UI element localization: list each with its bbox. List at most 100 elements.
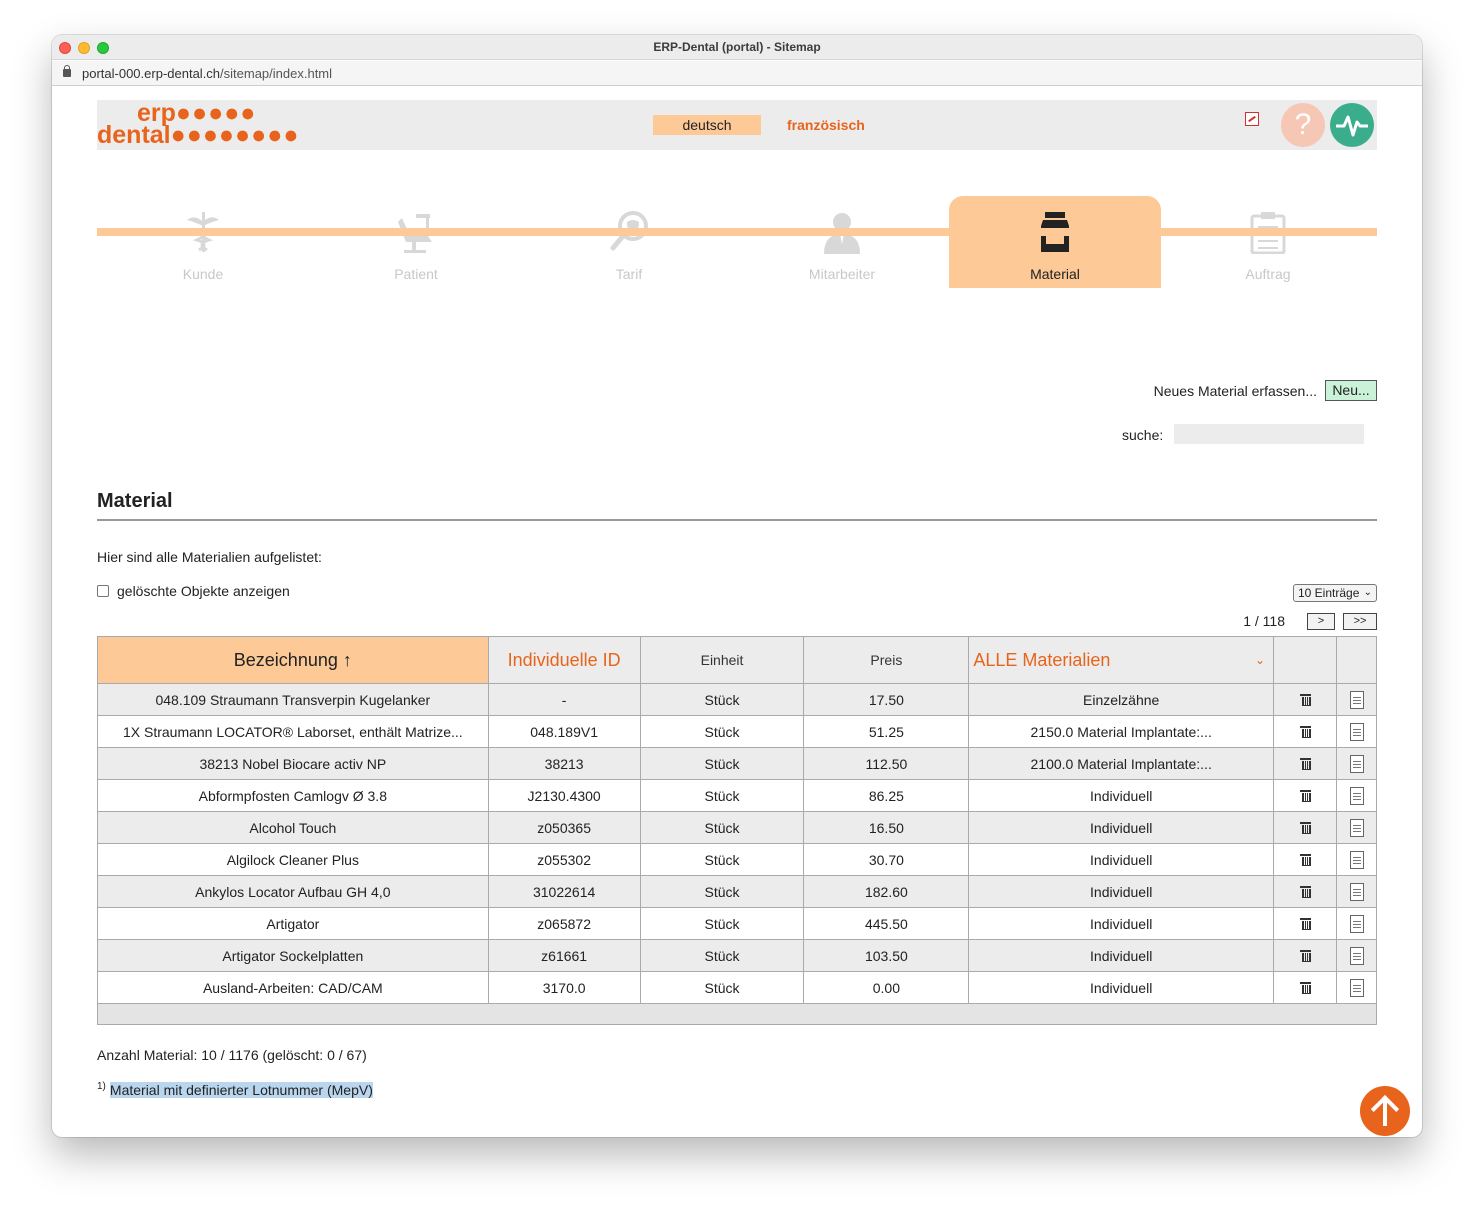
cell-bezeichnung[interactable]: Artigator [97, 907, 489, 940]
heartbeat-icon[interactable] [1330, 103, 1374, 147]
delete-cell [1273, 843, 1337, 876]
trash-icon[interactable] [1299, 693, 1311, 706]
cell-bezeichnung[interactable]: 38213 Nobel Biocare activ NP [97, 747, 489, 780]
trash-icon[interactable] [1299, 917, 1311, 930]
details-cell [1336, 811, 1377, 844]
table-row[interactable]: Algilock Cleaner Plus z055302 Stück 30.7… [97, 843, 1377, 876]
trash-icon[interactable] [1299, 757, 1311, 770]
cell-materialgruppe: Individuell [968, 811, 1275, 844]
page-title: Material [97, 490, 173, 512]
cell-bezeichnung[interactable]: Algilock Cleaner Plus [97, 843, 489, 876]
page-header: erp●●●●● dental●●●●●●●● deutsch französi… [97, 100, 1377, 150]
delete-cell [1273, 683, 1337, 716]
details-cell [1336, 843, 1377, 876]
cell-bezeichnung[interactable]: Artigator Sockelplatten [97, 939, 489, 972]
cell-einheit: Stück [639, 683, 805, 716]
tab-mitarbeiter[interactable]: Mitarbeiter [736, 196, 948, 288]
table-footer-row [97, 1003, 1377, 1025]
trash-icon[interactable] [1299, 949, 1311, 962]
details-cell [1336, 715, 1377, 748]
edit-page-icon[interactable] [1245, 112, 1259, 126]
url-text[interactable]: portal-000.erp-dental.ch/sitemap/index.h… [82, 66, 332, 81]
document-icon[interactable] [1349, 786, 1364, 805]
document-icon[interactable] [1349, 722, 1364, 741]
details-cell [1336, 779, 1377, 812]
cell-bezeichnung[interactable]: 1X Straumann LOCATOR® Laborset, enthält … [97, 715, 489, 748]
document-icon[interactable] [1349, 882, 1364, 901]
delete-cell [1273, 747, 1337, 780]
cell-bezeichnung[interactable]: 048.109 Straumann Transverpin Kugelanker [97, 683, 489, 716]
entries-per-page-select[interactable]: 10 Einträge ⌄ [1293, 584, 1377, 602]
cell-bezeichnung[interactable]: Ankylos Locator Aufbau GH 4,0 [97, 875, 489, 908]
show-deleted-toggle[interactable]: gelöschte Objekte anzeigen [97, 583, 290, 599]
table-row[interactable]: Alcohol Touch z050365 Stück 16.50 Indivi… [97, 811, 1377, 844]
table-row[interactable]: 048.109 Straumann Transverpin Kugelanker… [97, 683, 1377, 716]
trash-icon[interactable] [1299, 725, 1311, 738]
table-row[interactable]: Ausland-Arbeiten: CAD/CAM 3170.0 Stück 0… [97, 971, 1377, 1004]
last-page-button[interactable]: >> [1343, 613, 1377, 630]
cell-materialgruppe: Individuell [968, 779, 1275, 812]
cell-bezeichnung[interactable]: Alcohol Touch [97, 811, 489, 844]
cell-individuelle-id: z065872 [487, 907, 641, 940]
column-header-individuelle-id[interactable]: Individuelle ID [487, 636, 641, 684]
document-icon[interactable] [1349, 978, 1364, 997]
language-franzoesisch[interactable]: französisch [787, 115, 877, 135]
cell-materialgruppe: Individuell [968, 875, 1275, 908]
cell-individuelle-id: 31022614 [487, 875, 641, 908]
lock-icon [63, 65, 71, 77]
title-bar: ERP-Dental (portal) - Sitemap [52, 35, 1422, 60]
trash-icon[interactable] [1299, 885, 1311, 898]
table-row[interactable]: Artigator Sockelplatten z61661 Stück 103… [97, 939, 1377, 972]
cell-bezeichnung[interactable]: Abformpfosten Camlogv Ø 3.8 [97, 779, 489, 812]
tab-underline [97, 228, 1377, 236]
document-icon[interactable] [1349, 946, 1364, 965]
tab-label: Auftrag [1245, 266, 1291, 282]
column-header-einheit[interactable]: Einheit [639, 636, 805, 684]
cell-preis: 445.50 [803, 907, 970, 940]
cell-individuelle-id: J2130.4300 [487, 779, 641, 812]
document-icon[interactable] [1349, 818, 1364, 837]
next-page-button[interactable]: > [1307, 613, 1335, 630]
column-header-preis[interactable]: Preis [803, 636, 970, 684]
table-row[interactable]: 38213 Nobel Biocare activ NP 38213 Stück… [97, 747, 1377, 780]
scroll-to-top-button[interactable] [1360, 1086, 1410, 1136]
table-body: 048.109 Straumann Transverpin Kugelanker… [97, 683, 1377, 1025]
column-header-bezeichnung[interactable]: Bezeichnung ↑ [97, 636, 489, 684]
help-button[interactable]: ? [1281, 103, 1325, 147]
document-icon[interactable] [1349, 914, 1364, 933]
cell-individuelle-id: 048.189V1 [487, 715, 641, 748]
show-deleted-label: gelöschte Objekte anzeigen [117, 583, 290, 599]
table-row[interactable]: Artigator z065872 Stück 445.50 Individue… [97, 907, 1377, 940]
tab-kunde[interactable]: Kunde [97, 196, 309, 288]
trash-icon[interactable] [1299, 853, 1311, 866]
table-row[interactable]: 1X Straumann LOCATOR® Laborset, enthält … [97, 715, 1377, 748]
trash-icon[interactable] [1299, 789, 1311, 802]
delete-cell [1273, 715, 1337, 748]
language-deutsch[interactable]: deutsch [653, 115, 761, 135]
material-table: Bezeichnung ↑ Individuelle ID Einheit Pr… [97, 636, 1377, 1025]
erp-dental-logo[interactable]: erp●●●●● dental●●●●●●●● [97, 101, 299, 148]
table-row[interactable]: Abformpfosten Camlogv Ø 3.8 J2130.4300 S… [97, 779, 1377, 812]
cell-einheit: Stück [639, 875, 805, 908]
document-icon[interactable] [1349, 690, 1364, 709]
address-bar[interactable]: portal-000.erp-dental.ch/sitemap/index.h… [52, 61, 1422, 86]
table-row[interactable]: Ankylos Locator Aufbau GH 4,0 31022614 S… [97, 875, 1377, 908]
intro-text: Hier sind alle Materialien aufgelistet: [97, 549, 322, 565]
cell-materialgruppe: 2100.0 Material Implantate:... [968, 747, 1275, 780]
tab-tarif[interactable]: Tarif [523, 196, 735, 288]
details-cell [1336, 875, 1377, 908]
tab-auftrag[interactable]: Auftrag [1162, 196, 1374, 288]
trash-icon[interactable] [1299, 821, 1311, 834]
cell-bezeichnung[interactable]: Ausland-Arbeiten: CAD/CAM [97, 971, 489, 1004]
cell-preis: 182.60 [803, 875, 970, 908]
document-icon[interactable] [1349, 850, 1364, 869]
trash-icon[interactable] [1299, 981, 1311, 994]
cell-individuelle-id: 3170.0 [487, 971, 641, 1004]
material-group-filter[interactable]: ALLE Materialien ⌄ [968, 636, 1275, 684]
new-material-button[interactable]: Neu... [1325, 380, 1377, 401]
show-deleted-checkbox[interactable] [97, 585, 109, 597]
tab-patient[interactable]: Patient [310, 196, 522, 288]
search-input[interactable] [1174, 424, 1364, 444]
document-icon[interactable] [1349, 754, 1364, 773]
tab-material[interactable]: Material [949, 196, 1161, 288]
